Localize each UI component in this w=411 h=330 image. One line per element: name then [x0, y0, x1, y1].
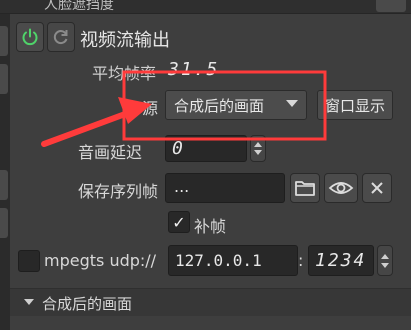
reset-button[interactable]: [47, 22, 75, 52]
open-folder-button[interactable]: [290, 173, 320, 203]
avg-fps-value: 31.5: [168, 59, 220, 80]
preview-button[interactable]: [324, 173, 358, 203]
left-edge-control[interactable]: [0, 170, 8, 200]
av-delay-label: 音画延迟: [78, 143, 143, 162]
next-section-header[interactable]: 合成后的画面: [10, 288, 411, 316]
port-separator: :: [298, 251, 304, 270]
mpegts-checkbox[interactable]: [18, 250, 40, 272]
avg-fps-label: 平均帧率: [92, 64, 157, 83]
eye-icon: [328, 182, 354, 194]
left-edge-control[interactable]: [0, 64, 8, 94]
close-icon: [371, 182, 383, 194]
chevron-down-icon[interactable]: [381, 262, 389, 268]
video-stream-panel: 视频流输出 平均帧率 31.5 源 合成后的画面 窗口显示 音画延迟 0 保存序…: [10, 14, 411, 330]
chevron-down-icon[interactable]: [24, 299, 34, 305]
refresh-icon: [53, 30, 68, 45]
left-edge-control[interactable]: [0, 208, 8, 238]
clear-button[interactable]: [362, 173, 392, 203]
section-title: 视频流输出: [80, 30, 170, 51]
udp-port-stepper[interactable]: [377, 245, 393, 276]
previous-section-button[interactable]: [376, 0, 406, 12]
av-delay-input[interactable]: 0: [165, 135, 247, 162]
left-edge-control[interactable]: [0, 26, 8, 56]
chevron-down-icon[interactable]: [254, 150, 262, 155]
folder-icon: [295, 181, 315, 196]
fill-frames-checkbox[interactable]: ✓: [168, 211, 190, 233]
chevron-down-icon: [286, 100, 298, 107]
udp-ip-input[interactable]: 127.0.0.1: [168, 245, 298, 276]
chevron-up-icon[interactable]: [254, 142, 262, 147]
left-edge-strip: [0, 14, 10, 330]
chevron-up-icon[interactable]: [381, 253, 389, 259]
checkmark-icon: ✓: [172, 212, 186, 232]
mpegts-label: mpegts udp://: [44, 251, 157, 270]
source-label: 源: [142, 99, 159, 118]
power-icon: [22, 28, 38, 46]
av-delay-stepper[interactable]: [250, 135, 266, 162]
previous-section-label: 人脸遮挡度: [44, 0, 114, 13]
previous-section-header: 人脸遮挡度: [0, 0, 411, 14]
next-section-label: 合成后的画面: [42, 295, 133, 313]
fill-frames-label: 补帧: [194, 217, 227, 236]
window-display-button[interactable]: 窗口显示: [317, 90, 393, 120]
udp-port-input[interactable]: 1234: [308, 245, 374, 276]
power-toggle-button[interactable]: [16, 22, 44, 52]
source-select[interactable]: 合成后的画面: [165, 90, 307, 120]
save-frames-label: 保存序列帧: [78, 182, 159, 201]
source-select-value: 合成后的画面: [174, 96, 265, 115]
save-frames-path-input[interactable]: ...: [165, 173, 285, 203]
